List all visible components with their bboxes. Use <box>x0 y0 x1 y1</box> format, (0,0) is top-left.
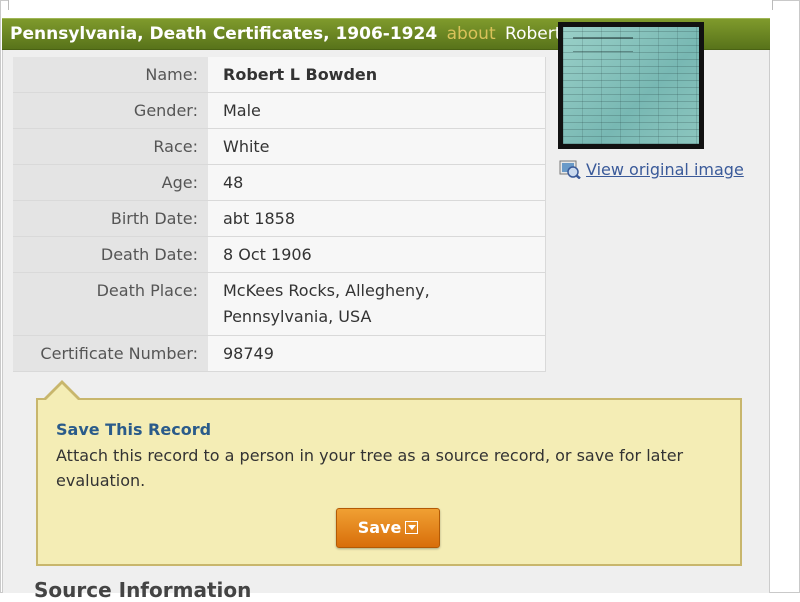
about-text: about <box>446 24 496 44</box>
death-place-line-1: McKees Rocks, Allegheny, <box>223 281 430 300</box>
table-row: Death Date: 8 Oct 1906 <box>13 236 546 273</box>
callout-pointer-fill <box>46 384 78 400</box>
original-image-thumbnail[interactable] <box>558 22 704 149</box>
field-label: Age: <box>13 164 208 201</box>
view-original-image-text[interactable]: View original image <box>586 160 744 179</box>
field-value-death-date: 8 Oct 1906 <box>208 236 546 273</box>
top-panel-edge <box>8 0 773 10</box>
save-button-label: Save <box>357 518 402 537</box>
field-label: Gender: <box>13 92 208 129</box>
table-row: Death Place: McKees Rocks, Allegheny, Pe… <box>13 272 546 336</box>
field-value-age: 48 <box>208 164 546 201</box>
field-value-race: White <box>208 128 546 165</box>
source-information-heading: Source Information <box>34 578 252 602</box>
field-value-name: Robert L Bowden <box>208 57 546 93</box>
view-image-icon <box>558 159 582 187</box>
save-record-title: Save This Record <box>56 420 212 439</box>
save-button[interactable]: Save <box>336 508 440 548</box>
field-value-death-place: McKees Rocks, Allegheny, Pennsylvania, U… <box>208 272 546 336</box>
table-row: Birth Date: abt 1858 <box>13 200 546 237</box>
certificate-image <box>563 27 699 144</box>
table-row: Gender: Male <box>13 92 546 129</box>
field-label: Certificate Number: <box>13 335 208 372</box>
field-label: Death Date: <box>13 236 208 273</box>
record-table: Name: Robert L Bowden Gender: Male Race:… <box>13 57 546 372</box>
table-row: Name: Robert L Bowden <box>13 57 546 93</box>
table-row: Race: White <box>13 128 546 165</box>
save-record-description: Attach this record to a person in your t… <box>56 446 684 490</box>
table-row: Certificate Number: 98749 <box>13 335 546 372</box>
field-label: Name: <box>13 57 208 93</box>
dropdown-arrow-icon[interactable] <box>405 521 419 534</box>
field-label: Death Place: <box>13 272 208 336</box>
death-place-line-2: Pennsylvania, USA <box>223 307 372 326</box>
field-label: Birth Date: <box>13 200 208 237</box>
field-value-birth-date: abt 1858 <box>208 200 546 237</box>
view-original-image-link[interactable]: View original image <box>558 156 758 187</box>
save-record-panel: Save This Record Attach this record to a… <box>36 398 742 566</box>
field-label: Race: <box>13 128 208 165</box>
table-row: Age: 48 <box>13 164 546 201</box>
field-value-gender: Male <box>208 92 546 129</box>
field-value-certificate-number: 98749 <box>208 335 546 372</box>
collection-title: Pennsylvania, Death Certificates, 1906-1… <box>10 24 438 44</box>
